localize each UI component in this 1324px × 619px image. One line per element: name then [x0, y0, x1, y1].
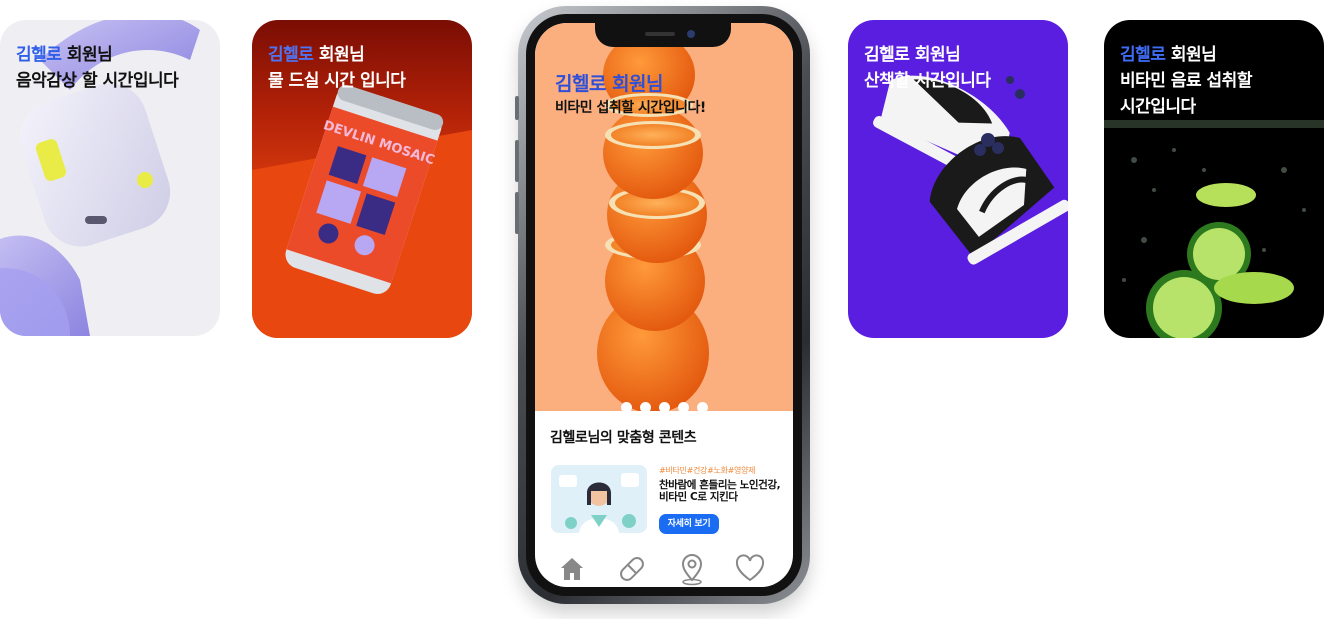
carousel-dot[interactable] [658, 402, 670, 411]
phone-mockup: 김헬로 회원님 비타민 섭취할 시간입니다! 김헬로님의 맞춤형 콘텐츠 #비타… [515, 6, 810, 604]
card-message: 김헬로 회원님 비타민 음료 섭취할 시간입니다 [1120, 42, 1252, 120]
carousel-dot[interactable] [696, 402, 708, 411]
member-name: 김헬로 [555, 73, 606, 95]
article-thumbnail [551, 465, 647, 533]
carousel-dot[interactable] [677, 402, 689, 411]
article-tags: #비타민#건강#노화#영양제 [659, 466, 756, 475]
pill-icon [620, 557, 644, 581]
tab-favorites[interactable] [733, 552, 767, 586]
reminder-text: 비타민 음료 섭취할 [1120, 71, 1252, 91]
notch [595, 23, 731, 47]
member-name: 김헬로 [864, 45, 910, 65]
reminder-text: 산책할 시간입니다 [864, 71, 991, 91]
stage: 김헬로 회원님 음악감상 할 시간입니다 DEVLIN MOSAIC 김헬로 회… [0, 0, 1324, 619]
reminder-text: 비타민 섭취할 시간입니다! [555, 100, 706, 116]
card-message: 김헬로 회원님 물 드실 시간 입니다 [268, 42, 406, 94]
reminder-card-music[interactable]: 김헬로 회원님 음악감상 할 시간입니다 [0, 20, 220, 336]
member-name: 김헬로 [268, 45, 314, 65]
member-suffix: 회원님 [313, 45, 365, 65]
headline-line: 찬바람에 흔들리는 노인건강, [659, 479, 781, 491]
hero-message: 김헬로 회원님 비타민 섭취할 시간입니다! [555, 71, 706, 119]
reminder-card-walk[interactable]: 김헬로 회원님 산책할 시간입니다 [848, 20, 1068, 338]
doctor-illustration [551, 465, 647, 533]
phone-screen: 김헬로 회원님 비타민 섭취할 시간입니다! 김헬로님의 맞춤형 콘텐츠 #비타… [535, 23, 793, 587]
heart-icon [735, 554, 765, 582]
member-suffix: 회원님 [909, 45, 961, 65]
article-headline: 찬바람에 흔들리는 노인건강, 비타민 C로 지킨다 [659, 479, 793, 503]
volume-down-button [515, 192, 519, 234]
reminder-text: 시간입니다 [1120, 97, 1196, 117]
location-pin-icon [681, 554, 703, 586]
carousel-indicator [535, 398, 793, 411]
reminder-text: 음악감상 할 시간입니다 [16, 71, 179, 91]
mute-switch [515, 96, 519, 120]
volume-up-button [515, 140, 519, 182]
reminder-card-vitamin-drink[interactable]: 김헬로 회원님 비타민 음료 섭취할 시간입니다 [1104, 20, 1324, 338]
member-name: 김헬로 [16, 45, 62, 65]
member-suffix: 회원님 [605, 73, 664, 95]
reminder-card-water[interactable]: DEVLIN MOSAIC 김헬로 회원님 물 드실 시간 입니다 [252, 20, 472, 338]
reminder-text: 물 드실 시간 입니다 [268, 71, 406, 91]
member-suffix: 회원님 [1165, 45, 1217, 65]
member-suffix: 회원님 [61, 45, 113, 65]
view-details-button[interactable]: 자세히 보기 [659, 514, 719, 534]
tab-medicine[interactable] [615, 552, 649, 586]
section-title: 김헬로님의 맞춤형 콘텐츠 [550, 430, 697, 446]
carousel-dot[interactable] [620, 402, 632, 411]
tab-location[interactable] [675, 552, 709, 586]
home-icon [561, 558, 583, 580]
tab-home[interactable] [555, 552, 589, 586]
content-card[interactable]: #비타민#건강#노화#영양제 찬바람에 흔들리는 노인건강, 비타민 C로 지킨… [551, 465, 791, 545]
card-message: 김헬로 회원님 음악감상 할 시간입니다 [16, 42, 179, 94]
bottom-tab-bar [535, 548, 793, 587]
member-name: 김헬로 [1120, 45, 1166, 65]
card-message: 김헬로 회원님 산책할 시간입니다 [864, 42, 991, 94]
headline-line: 비타민 C로 지킨다 [659, 491, 738, 503]
hero-banner[interactable]: 김헬로 회원님 비타민 섭취할 시간입니다! [535, 23, 793, 411]
carousel-dot[interactable] [639, 402, 651, 411]
